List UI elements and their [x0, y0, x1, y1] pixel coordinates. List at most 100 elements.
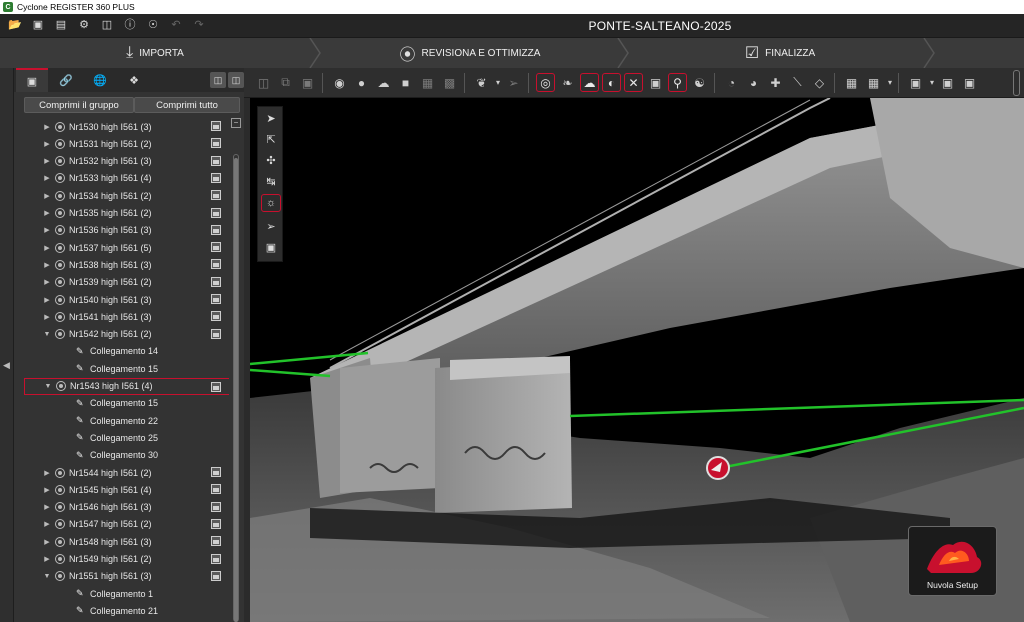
step-finalizza[interactable]: ☑ FINALIZZA	[630, 38, 930, 68]
image-thumbnail-icon[interactable]	[211, 553, 221, 564]
chevron-right-icon[interactable]: ▶	[42, 192, 52, 200]
tree-setup-row[interactable]: ▶ Nr1536 high I561 (3)	[24, 222, 229, 239]
measure-icon[interactable]: ❦	[472, 73, 491, 92]
sphere-icon[interactable]: ●	[352, 73, 371, 92]
link-line[interactable]	[250, 368, 331, 378]
collapse-group-button[interactable]: Comprimi il gruppo	[24, 97, 134, 113]
chevron-right-icon[interactable]: ▶	[42, 209, 52, 217]
step-revisiona[interactable]: ⦿ REVISIONA E OTTIMIZZA	[320, 38, 620, 68]
tree-setup-row[interactable]: ▼ Nr1543 high I561 (4)	[24, 377, 229, 395]
fit-view-icon[interactable]: ▣	[298, 73, 317, 92]
select-arrow-icon[interactable]: ➤	[261, 109, 281, 127]
tree-link-row[interactable]: ✎ Collegamento 22	[24, 412, 229, 429]
tree-setup-row[interactable]: ▶ Nr1540 high I561 (3)	[24, 291, 229, 308]
navigate-icon[interactable]: ➢	[261, 217, 281, 235]
setup-cloud-thumbnail[interactable]: Nuvola Setup	[908, 526, 997, 596]
chevron-down-icon[interactable]: ▼	[42, 331, 52, 338]
tree-setup-row[interactable]: ▶ Nr1538 high I561 (3)	[24, 256, 229, 273]
chevron-right-icon[interactable]: ▶	[42, 226, 52, 234]
info-icon[interactable]: ☉	[146, 18, 160, 32]
image-thumbnail-icon[interactable]	[211, 328, 221, 339]
toolbar-overflow-handle[interactable]	[1013, 70, 1020, 96]
chevron-right-icon[interactable]: ▶	[42, 469, 52, 477]
collapse-left-arrow-icon[interactable]: ◀	[3, 360, 10, 371]
pin-icon[interactable]: ⚲	[668, 73, 687, 92]
image-thumbnail-icon[interactable]	[211, 276, 221, 287]
tree-link-row[interactable]: ✎ Collegamento 25	[24, 429, 229, 446]
tree-setup-row[interactable]: ▶ Nr1548 high I561 (3)	[24, 533, 229, 550]
help-icon[interactable]: ⓘ	[123, 18, 137, 32]
image-thumbnail-icon[interactable]	[211, 467, 221, 477]
image-thumbnail-icon[interactable]	[211, 294, 221, 304]
tree-setup-row[interactable]: ▶ Nr1534 high I561 (2)	[24, 187, 229, 204]
grid-icon[interactable]: ▦	[864, 73, 883, 92]
dropdown-icon[interactable]: ▾	[886, 73, 894, 92]
setups-tab-icon[interactable]: ▣	[16, 68, 48, 92]
database-icon[interactable]: ◫	[100, 18, 114, 32]
panel-dock-icon[interactable]: ◫	[210, 72, 226, 88]
image-icon[interactable]: ▩	[440, 73, 459, 92]
tree-setup-row[interactable]: ▼ Nr1542 high I561 (2)	[24, 326, 229, 343]
image-thumbnail-icon[interactable]	[211, 570, 221, 581]
chevron-right-icon[interactable]: ▶	[42, 278, 52, 286]
chevron-right-icon[interactable]: ▶	[42, 174, 52, 182]
image-thumbnail-icon[interactable]	[211, 190, 221, 201]
chevron-right-icon[interactable]: ▶	[42, 261, 52, 269]
layers-icon[interactable]: ◇	[810, 73, 829, 92]
box-view-icon[interactable]: ▣	[261, 238, 281, 256]
camera-icon[interactable]: ▣	[646, 73, 665, 92]
tree-link-row[interactable]: ✎ Collegamento 14	[24, 343, 229, 360]
cloud-icon[interactable]: ☁	[580, 73, 599, 92]
setup-view-icon[interactable]: ☼	[261, 194, 281, 212]
link-ruler-icon[interactable]: ✕	[624, 73, 643, 92]
tree-setup-row[interactable]: ▶ Nr1535 high I561 (2)	[24, 205, 229, 222]
limit-box-icon[interactable]: ▦	[418, 73, 437, 92]
chevron-right-icon[interactable]: ▶	[42, 520, 52, 528]
image-thumbnail-icon[interactable]	[211, 121, 221, 131]
palette-icon[interactable]: ◕	[744, 73, 763, 92]
tree-setup-row[interactable]: ▶ Nr1541 high I561 (3)	[24, 308, 229, 325]
orbit-icon[interactable]: ✣	[261, 151, 281, 169]
tree-setup-row[interactable]: ▶ Nr1531 high I561 (2)	[24, 135, 229, 152]
redo-icon[interactable]: ↷	[192, 18, 206, 32]
dropdown-icon[interactable]: ▾	[494, 73, 502, 92]
step-importa[interactable]: ⤓ IMPORTA	[0, 38, 310, 68]
tree-link-row[interactable]: ✎ Collegamento 30	[24, 447, 229, 464]
pick-icon[interactable]: ➢	[504, 73, 523, 92]
image-thumbnail-icon[interactable]	[211, 259, 221, 270]
collapse-tree-icon[interactable]: −	[231, 118, 241, 128]
map-icon[interactable]: ▦	[842, 73, 861, 92]
tree-setup-row[interactable]: ▶ Nr1546 high I561 (3)	[24, 499, 229, 516]
add-point-icon[interactable]: ✚	[766, 73, 785, 92]
image-thumbnail-icon[interactable]	[211, 381, 221, 392]
settings-gear-icon[interactable]: ⚙	[77, 18, 91, 32]
image-thumbnail-icon[interactable]	[211, 311, 221, 322]
tree-setup-row[interactable]: ▶ Nr1537 high I561 (5)	[24, 239, 229, 256]
collapse-all-button[interactable]: Comprimi tutto	[134, 97, 240, 113]
panel-collapse-edge[interactable]: ◀	[0, 68, 14, 622]
chevron-right-icon[interactable]: ▶	[42, 555, 52, 563]
checkerboard-icon[interactable]: ◐	[602, 73, 621, 92]
image-thumbnail-icon[interactable]	[211, 484, 221, 495]
bundles-tab-icon[interactable]: ❖	[118, 68, 150, 92]
auto-link-icon[interactable]: ☯	[690, 73, 709, 92]
chevron-right-icon[interactable]: ▶	[42, 157, 52, 165]
tree-setup-row[interactable]: ▼ Nr1551 high I561 (3)	[24, 568, 229, 585]
open-folder-icon[interactable]: 📂	[8, 18, 22, 32]
globe-tab-icon[interactable]: 🌐	[84, 68, 116, 92]
multi-select-icon[interactable]: ⇱	[261, 130, 281, 148]
copy-icon[interactable]: ⧉	[276, 73, 295, 92]
tree-scrollbar[interactable]: −	[231, 118, 241, 622]
tree-setup-row[interactable]: ▶ Nr1532 high I561 (3)	[24, 153, 229, 170]
line-tool-icon[interactable]: ⟍	[788, 73, 807, 92]
image-thumbnail-icon[interactable]	[211, 155, 221, 166]
chevron-right-icon[interactable]: ▶	[42, 296, 52, 304]
dropdown-icon[interactable]: ▾	[928, 73, 936, 92]
chevron-right-icon[interactable]: ▶	[42, 538, 52, 546]
cloud-points-icon[interactable]: ◉	[330, 73, 349, 92]
chevron-right-icon[interactable]: ▶	[42, 503, 52, 511]
links-tab-icon[interactable]: 🔗	[50, 68, 82, 92]
vr-view-icon[interactable]: ▣	[938, 73, 957, 92]
image-thumbnail-icon[interactable]	[211, 242, 221, 253]
chevron-right-icon[interactable]: ▶	[42, 486, 52, 494]
